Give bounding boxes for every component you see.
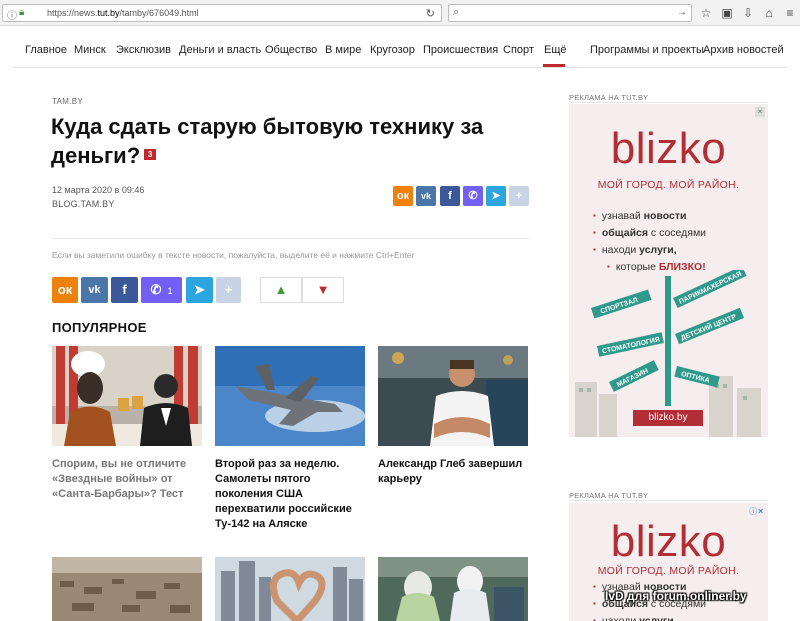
share-telegram-button[interactable]: ➤ <box>186 277 213 303</box>
nav-item-society[interactable]: Общество <box>265 44 317 56</box>
ad-close-icon[interactable]: × <box>755 107 765 117</box>
ad-tagline: МОЙ ГОРОД. МОЙ РАЙОН. <box>597 179 740 191</box>
ad-label-2: РЕКЛАМА НА TUT.BY <box>569 491 649 500</box>
address-bar[interactable]: ⓘ 🔒︎ https://news.tut.by/tamby/676049.ht… <box>2 4 442 22</box>
menu-icon[interactable]: ≡ <box>782 5 798 21</box>
ad-logo: blizko <box>610 124 727 173</box>
popular-card-6-image[interactable] <box>378 557 528 621</box>
popular-card-2-image[interactable] <box>215 346 365 446</box>
viber-icon: ✆ <box>150 282 162 297</box>
go-arrow-icon[interactable]: → <box>677 7 687 18</box>
nav-item-outlook[interactable]: Кругозор <box>370 44 415 56</box>
share-telegram-icon[interactable]: ➤ <box>486 186 506 206</box>
share-vk-icon[interactable]: vk <box>416 186 436 206</box>
home-icon[interactable]: ⌂ <box>761 5 777 21</box>
popular-card-2-title[interactable]: Второй раз за неделю. Самолеты пятого по… <box>215 457 365 532</box>
nav-active-indicator <box>543 64 565 67</box>
search-icon: ⌕ <box>453 6 460 18</box>
source-tag[interactable]: TAM.BY <box>52 97 83 106</box>
nav-item-archive[interactable]: Архив новостей <box>703 44 784 56</box>
ad-banner-blizko-2[interactable]: ⓘ✕ blizko МОЙ ГОРОД. МОЙ РАЙОН. узнавай … <box>569 503 768 621</box>
ad-logo-2: blizko <box>610 517 727 566</box>
article-source[interactable]: BLOG.TAM.BY <box>52 199 115 209</box>
reload-icon[interactable]: ↻ <box>426 7 435 20</box>
share-viber-button[interactable]: ✆ 1 <box>141 277 182 303</box>
divider <box>52 238 529 239</box>
sign-hairdresser: ПАРИКМАХЕРСКАЯ <box>678 271 743 306</box>
thumbs-down-icon: ▼ <box>316 282 330 297</box>
download-icon[interactable]: ⇩ <box>740 5 756 21</box>
info-icon[interactable]: ⓘ <box>7 7 17 22</box>
share-ok-button[interactable]: ок <box>52 277 78 303</box>
viber-share-count: 1 <box>167 286 173 296</box>
browser-toolbar: ⓘ 🔒︎ https://news.tut.by/tamby/676049.ht… <box>0 0 800 26</box>
share-ok-icon[interactable]: ок <box>393 186 413 206</box>
typo-note: Если вы заметили ошибку в тексте новости… <box>52 250 415 260</box>
ad-tagline-2: МОЙ ГОРОД. МОЙ РАЙОН. <box>597 565 740 577</box>
ad-divider-2 <box>569 500 768 501</box>
nav-item-exclusive[interactable]: Эксклюзив <box>116 44 171 56</box>
comments-badge[interactable]: 3 <box>144 148 157 160</box>
article-date: 12 марта 2020 в 09:46 <box>52 185 145 195</box>
nav-item-programs[interactable]: Программы и проекты <box>590 44 704 56</box>
share-more-icon[interactable]: + <box>509 186 529 206</box>
nav-item-sport[interactable]: Спорт <box>503 44 534 56</box>
share-viber-icon[interactable]: ✆ <box>463 186 483 206</box>
lock-icon[interactable]: 🔒︎ <box>19 7 24 18</box>
ad-bullets: узнавай новости общайся с соседями наход… <box>593 208 706 276</box>
dislike-button[interactable]: ▼ <box>302 277 344 303</box>
nav-item-incidents[interactable]: Происшествия <box>423 44 498 56</box>
nav-item-more[interactable]: Ещё <box>544 44 567 56</box>
star-icon[interactable]: ☆ <box>698 5 714 21</box>
reader-icon[interactable]: ▣ <box>719 5 735 21</box>
ad-label: РЕКЛАМА НА TUT.BY <box>569 93 649 102</box>
sign-kids-center: ДЕТСКИЙ ЦЕНТР <box>679 312 737 343</box>
nav-item-world[interactable]: В мире <box>325 44 361 56</box>
article-title: Куда сдать старую бытовую технику за ден… <box>51 114 484 168</box>
popular-card-3-title[interactable]: Александр Глеб завершил карьеру <box>378 457 528 487</box>
nav-item-money[interactable]: Деньги и власть <box>179 44 261 56</box>
url-text[interactable]: https://news.tut.by/tamby/676049.html <box>47 8 199 18</box>
adchoices-icon[interactable]: ⓘ✕ <box>749 506 764 517</box>
ad-banner-blizko[interactable]: × blizko МОЙ ГОРОД. МОЙ РАЙОН. узнавай н… <box>569 104 768 437</box>
popular-card-1-title[interactable]: Спорим, вы не отличите «Звездные войны» … <box>52 457 202 502</box>
thumbs-up-icon: ▲ <box>274 282 288 297</box>
share-facebook-button[interactable]: f <box>111 277 138 303</box>
share-facebook-icon[interactable]: f <box>440 186 460 206</box>
like-button[interactable]: ▲ <box>260 277 302 303</box>
nav-item-minsk[interactable]: Минск <box>74 44 106 56</box>
popular-card-1-image[interactable] <box>52 346 202 446</box>
share-more-button[interactable]: + <box>216 277 241 303</box>
ad-divider <box>569 102 768 103</box>
popular-heading: ПОПУЛЯРНОЕ <box>52 320 147 335</box>
share-vk-button[interactable]: vk <box>81 277 108 303</box>
nav-item-main[interactable]: Главное <box>25 44 67 56</box>
ad-button[interactable]: blizko.by <box>633 410 703 426</box>
popular-card-3-image[interactable] <box>378 346 528 446</box>
popular-card-5-image[interactable] <box>215 557 365 621</box>
watermark: IvD для forum.onliner.by <box>605 589 747 603</box>
popular-card-4-image[interactable] <box>52 557 202 621</box>
main-nav: Главное Минск Эксклюзив Деньги и власть … <box>12 26 788 68</box>
search-bar[interactable]: ⌕ → <box>448 4 692 22</box>
